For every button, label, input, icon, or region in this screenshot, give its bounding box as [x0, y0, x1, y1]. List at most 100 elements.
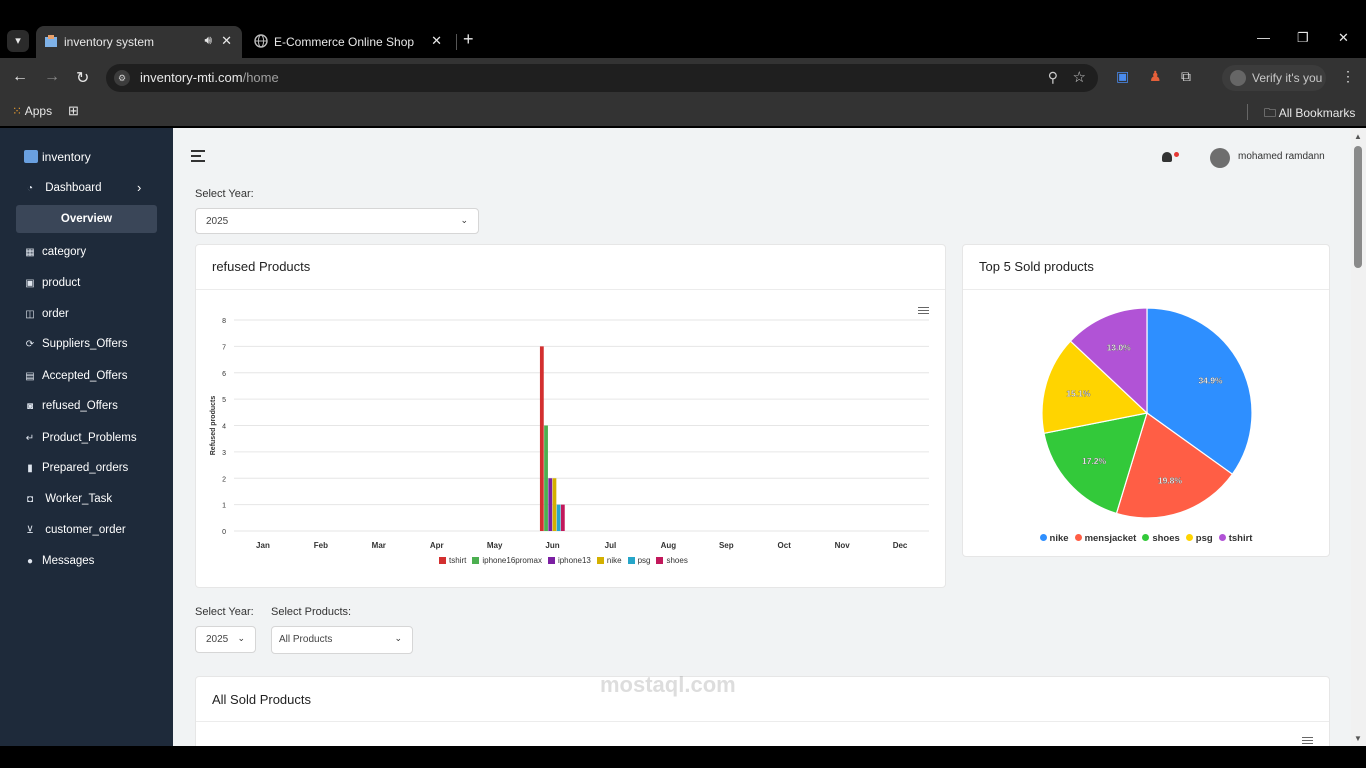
- all-bookmarks[interactable]: 🗀 All Bookmarks: [1264, 104, 1355, 125]
- bar-shoes-Jun[interactable]: [560, 504, 565, 531]
- legend-swatch: [656, 557, 664, 564]
- tab-ecommerce-shop[interactable]: E-Commerce Online Shop ✕: [246, 26, 452, 58]
- year-select[interactable]: 2025 ⌄: [195, 208, 479, 234]
- tab-groups-icon[interactable]: ⊞: [68, 103, 79, 119]
- close-tab-icon[interactable]: ✕: [431, 33, 442, 49]
- x-tick-label: Mar: [372, 541, 386, 550]
- x-tick-label: Aug: [661, 541, 677, 550]
- browser-window: ▾ inventory system 🔊︎ ✕ E-Commerce Onlin…: [0, 0, 1366, 768]
- legend-label: shoes: [666, 556, 688, 565]
- box-icon: [45, 35, 57, 47]
- legend-item-nike[interactable]: nike: [596, 556, 622, 565]
- products-select[interactable]: All Products ⌄: [271, 626, 413, 654]
- more-menu-icon[interactable]: ⋮: [1341, 68, 1355, 85]
- x-tick-label: Sep: [719, 541, 734, 550]
- sidebar-item-dashboard[interactable]: ◔ Dashboard: [24, 182, 102, 194]
- site-info-icon[interactable]: ⚙: [114, 70, 130, 86]
- legend-label: psg: [637, 556, 651, 565]
- menu-toggle-icon[interactable]: [191, 150, 205, 165]
- box-icon: ▣: [25, 278, 35, 289]
- tab-search-button[interactable]: ▾: [7, 30, 29, 52]
- chevron-right-icon[interactable]: ›: [137, 180, 141, 195]
- legend-label: tshirt: [1228, 533, 1253, 544]
- close-window-icon[interactable]: ✕: [1338, 30, 1349, 46]
- year-select-2[interactable]: 2025 ⌄: [195, 626, 256, 653]
- new-tab-icon[interactable]: +: [463, 30, 474, 48]
- scroll-up-icon[interactable]: ▲: [1354, 132, 1362, 141]
- notification-dot: [1174, 152, 1179, 157]
- zoom-icon[interactable]: ⚲: [1048, 69, 1058, 86]
- scroll-down-icon[interactable]: ▼: [1354, 734, 1362, 743]
- back-icon[interactable]: ←: [12, 68, 28, 86]
- legend-item-psg[interactable]: psg: [627, 556, 651, 565]
- refused-bar-chart: 0 1 2 3 4 5 6 7 8 Refused products Jan Feb Mar Apr May…: [210, 318, 929, 550]
- scroll-thumb[interactable]: [1354, 146, 1362, 268]
- sidebar-item-order[interactable]: ◫ order: [24, 308, 69, 320]
- sidebar-item-category[interactable]: ▦ category: [24, 246, 86, 258]
- forward-icon[interactable]: →: [44, 68, 60, 86]
- bar-psg-Jun[interactable]: [556, 504, 561, 531]
- sidebar-item-worker-task[interactable]: ◘ Worker_Task: [24, 493, 112, 505]
- y-tick-label: 5: [222, 397, 226, 404]
- y-tick-label: 4: [222, 424, 226, 431]
- speaker-icon[interactable]: 🔊︎: [204, 33, 212, 48]
- task-icon: ◘: [26, 494, 34, 505]
- apps-grid-icon: ⁙: [12, 104, 23, 118]
- y-tick-label: 0: [222, 529, 226, 536]
- username[interactable]: mohamed ramdann: [1238, 151, 1325, 162]
- sidebar-item-product-problems[interactable]: ↵ Product_Problems: [24, 432, 137, 444]
- chart-menu-icon[interactable]: [1302, 737, 1313, 746]
- sidebar-item-customer-order[interactable]: ⊻ customer_order: [24, 524, 125, 536]
- minimize-icon[interactable]: —: [1257, 30, 1270, 45]
- bookmark-star-icon[interactable]: ☆: [1073, 68, 1086, 86]
- page-scrollbar[interactable]: ▲ ▼: [1351, 128, 1366, 746]
- url-text: inventory-mti.com/home: [140, 70, 279, 85]
- address-bar[interactable]: ⚙ inventory-mti.com/home ⚲ ☆: [106, 64, 1098, 92]
- bar-nike-Jun[interactable]: [552, 478, 557, 531]
- bar-iphone13-Jun[interactable]: [548, 478, 553, 531]
- pie-chart-icon: ◔: [26, 183, 34, 194]
- legend-item-psg[interactable]: psg: [1185, 533, 1213, 544]
- reload-icon[interactable]: ↻: [76, 68, 89, 88]
- sidebar-item-refused-offers[interactable]: ◙ refused_Offers: [24, 400, 118, 412]
- tab-inventory-system[interactable]: inventory system 🔊︎ ✕: [36, 26, 242, 58]
- bar-iphone16promax-Jun[interactable]: [544, 425, 548, 532]
- chevron-down-icon: ⌄: [460, 215, 468, 225]
- x-tick-label: Oct: [778, 541, 792, 550]
- sidebar-item-accepted-offers[interactable]: ▤ Accepted_Offers: [24, 370, 127, 382]
- x-tick-label: Jul: [605, 541, 617, 550]
- brand[interactable]: inventory: [24, 150, 91, 164]
- sidebar-item-suppliers-offers[interactable]: ⟳ Suppliers_Offers: [24, 338, 128, 350]
- bookmarks-bar: ⁙ Apps ⊞ 🗀 All Bookmarks: [0, 98, 1366, 126]
- legend-item-tshirt[interactable]: tshirt: [1218, 533, 1253, 544]
- sidebar-item-messages[interactable]: ● Messages: [24, 555, 94, 567]
- legend-item-shoes[interactable]: shoes: [656, 556, 688, 565]
- legend-item-iphone13[interactable]: iphone13: [547, 556, 591, 565]
- pie-value-label: 19.8%: [1158, 476, 1183, 486]
- restore-icon[interactable]: ❐: [1297, 30, 1309, 46]
- chevron-down-icon: ⌄: [237, 633, 245, 643]
- legend-item-iphone16promax[interactable]: iphone16promax: [472, 556, 542, 565]
- avatar[interactable]: [1210, 148, 1230, 168]
- legend-item-tshirt[interactable]: tshirt: [439, 556, 466, 565]
- legend-item-shoes[interactable]: shoes: [1142, 533, 1180, 544]
- chat-icon: ●: [26, 556, 34, 567]
- legend-item-nike[interactable]: nike: [1039, 533, 1069, 544]
- close-tab-icon[interactable]: ✕: [221, 33, 232, 49]
- legend-item-mensjacket[interactable]: mensjacket: [1074, 533, 1136, 544]
- puzzle-icon[interactable]: ⧉: [1181, 68, 1191, 85]
- sidebar-item-product[interactable]: ▣ product: [24, 277, 80, 289]
- verify-button[interactable]: Verify it's you: [1222, 65, 1326, 91]
- apps-bookmark[interactable]: ⁙ Apps: [12, 104, 52, 118]
- legend-dot: [1142, 534, 1150, 541]
- translate-icon[interactable]: ▣: [1116, 68, 1129, 85]
- sidebar-item-overview[interactable]: Overview: [16, 205, 157, 233]
- notification-bell-icon[interactable]: [1162, 152, 1172, 162]
- legend-label: shoes: [1152, 533, 1180, 544]
- legend-dot: [1218, 534, 1226, 541]
- legend-label: iphone16promax: [482, 556, 542, 565]
- x-tick-label: Jan: [256, 541, 270, 550]
- sidebar-item-prepared-orders[interactable]: ▮ Prepared_orders: [24, 462, 128, 474]
- extension-icon[interactable]: ♟: [1149, 68, 1162, 85]
- bar-tshirt-Jun[interactable]: [539, 346, 544, 531]
